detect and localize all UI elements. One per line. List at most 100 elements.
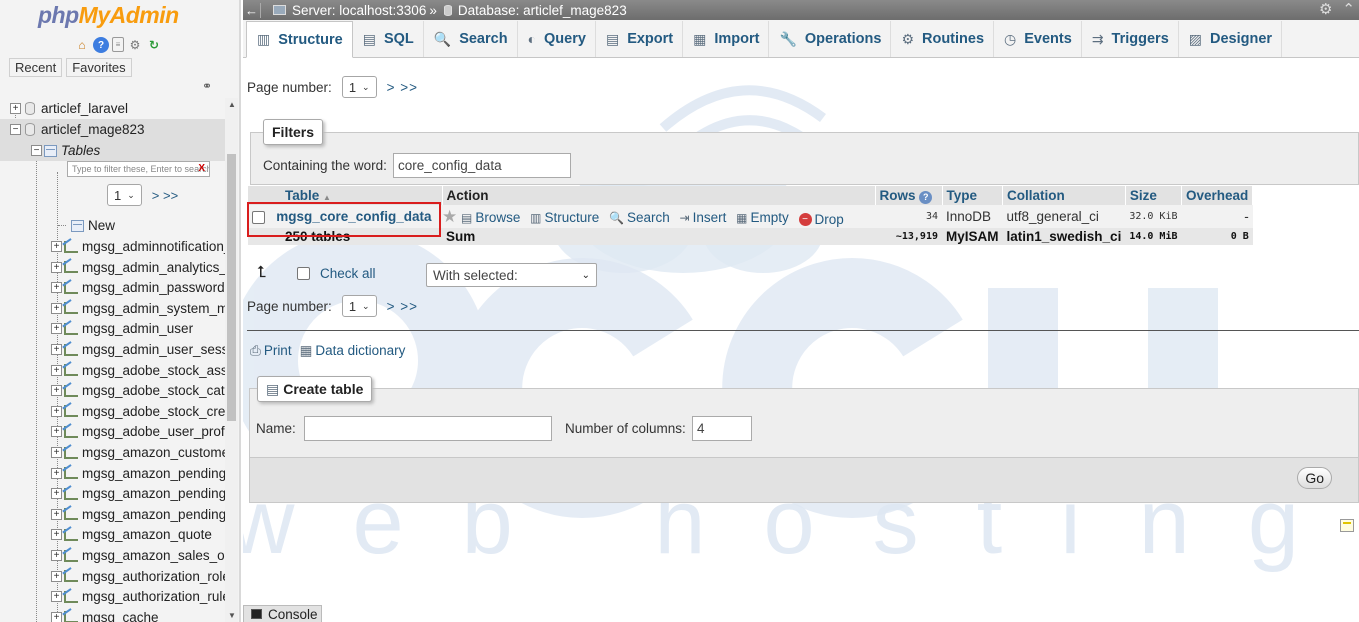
- expand-icon[interactable]: +: [51, 344, 62, 355]
- nav-table-label[interactable]: mgsg_amazon_sales_order: [82, 548, 226, 563]
- nav-scrollbar[interactable]: ▲ ▼: [225, 98, 238, 622]
- page-number-select[interactable]: 1 ⌄: [341, 76, 377, 98]
- scrollbar-thumb[interactable]: [227, 154, 236, 421]
- favorite-star-icon[interactable]: ★: [442, 207, 457, 226]
- column-size[interactable]: Size: [1125, 186, 1183, 205]
- structure-action[interactable]: ▥ Structure: [530, 210, 599, 225]
- nav-table-item[interactable]: + mgsg_authorization_role: [0, 566, 226, 587]
- tab-search[interactable]: 🔍 Search: [424, 21, 518, 57]
- new-table-node[interactable]: New: [0, 215, 226, 236]
- tab-import[interactable]: ▦ Import: [683, 21, 770, 57]
- tab-designer[interactable]: ▨ Designer: [1179, 21, 1283, 57]
- data-dictionary-link[interactable]: ▦ Data dictionary: [300, 343, 406, 359]
- settings-gear-icon[interactable]: ⚙: [1319, 0, 1332, 18]
- search-action[interactable]: 🔍 Search: [609, 210, 670, 225]
- nav-table-label[interactable]: mgsg_admin_analytics_usage_version_log: [82, 260, 226, 275]
- scroll-up-icon[interactable]: ▲: [228, 100, 236, 109]
- nav-table-label[interactable]: mgsg_cache: [82, 610, 159, 622]
- browse-action[interactable]: ▤ Browse: [461, 210, 520, 225]
- db-label[interactable]: articlef_mage823: [41, 122, 145, 137]
- nav-table-item[interactable]: + mgsg_adobe_stock_category: [0, 380, 226, 401]
- nav-table-label[interactable]: mgsg_authorization_rule: [82, 589, 226, 604]
- expand-icon[interactable]: +: [51, 488, 62, 500]
- home-icon[interactable]: ⌂: [74, 37, 90, 53]
- nav-table-item[interactable]: + mgsg_amazon_pending_capture: [0, 483, 226, 504]
- containing-word-input[interactable]: core_config_data: [393, 153, 571, 178]
- expand-icon[interactable]: +: [10, 103, 21, 114]
- collapse-icon[interactable]: −: [31, 145, 42, 156]
- new-label[interactable]: New: [88, 218, 115, 233]
- nav-table-label[interactable]: mgsg_authorization_role: [82, 569, 226, 584]
- nav-table-item[interactable]: + mgsg_admin_passwords: [0, 277, 226, 298]
- gear-icon[interactable]: ⚙: [127, 37, 143, 53]
- drop-action[interactable]: − Drop: [798, 212, 844, 227]
- nav-table-item[interactable]: + mgsg_amazon_sales_order: [0, 545, 226, 566]
- nav-table-label[interactable]: mgsg_admin_passwords: [82, 280, 226, 295]
- expand-icon[interactable]: +: [51, 302, 62, 314]
- print-link[interactable]: ⎙ Print: [250, 343, 292, 359]
- console-tab[interactable]: Console: [243, 605, 322, 622]
- expand-icon[interactable]: +: [51, 241, 62, 252]
- breadcrumb-database[interactable]: Database: articlef_mage823: [458, 3, 627, 18]
- next-page-link[interactable]: > >>: [387, 80, 418, 95]
- page-number-select[interactable]: 1 ⌄: [341, 295, 377, 317]
- nav-table-label[interactable]: mgsg_adobe_stock_creator: [82, 404, 226, 419]
- expand-icon[interactable]: +: [51, 447, 62, 458]
- expand-icon[interactable]: +: [51, 385, 62, 397]
- collapse-icon[interactable]: −: [10, 124, 21, 135]
- expand-icon[interactable]: +: [51, 323, 62, 335]
- columns-input[interactable]: 4: [692, 416, 752, 441]
- table-name-input[interactable]: [304, 416, 552, 441]
- next-page-link[interactable]: > >>: [387, 299, 418, 314]
- help-icon[interactable]: ?: [93, 37, 109, 53]
- check-all-checkbox[interactable]: [297, 266, 310, 280]
- nav-table-item[interactable]: + mgsg_amazon_customer: [0, 442, 226, 463]
- nav-table-item[interactable]: + mgsg_amazon_pending_authorization: [0, 463, 226, 484]
- expand-icon[interactable]: +: [51, 426, 62, 438]
- expand-icon[interactable]: +: [51, 282, 62, 294]
- scroll-down-icon[interactable]: ▼: [228, 611, 236, 620]
- tab-routines[interactable]: ⚙ Routines: [891, 21, 995, 57]
- table-filter-input[interactable]: Type to filter these, Enter to search al…: [67, 161, 210, 177]
- expand-icon[interactable]: +: [51, 364, 62, 376]
- tab-sql[interactable]: ▤ SQL: [353, 21, 424, 57]
- go-button[interactable]: Go: [1297, 467, 1332, 489]
- empty-action[interactable]: ▦ Empty: [736, 210, 789, 225]
- column-collation[interactable]: Collation: [1002, 186, 1126, 205]
- nav-table-label[interactable]: mgsg_amazon_pending_authorization: [82, 466, 226, 481]
- expand-icon[interactable]: +: [51, 405, 62, 417]
- reload-icon[interactable]: ↻: [146, 37, 162, 53]
- expand-icon[interactable]: +: [51, 508, 62, 520]
- phpmyadmin-logo[interactable]: phpMyAdmin: [38, 2, 179, 29]
- insert-action[interactable]: ⇥ Insert: [680, 210, 727, 225]
- nav-table-label[interactable]: mgsg_adobe_user_profile: [82, 424, 226, 439]
- breadcrumb-server[interactable]: Server: localhost:3306: [292, 3, 426, 18]
- nav-table-label[interactable]: mgsg_admin_user: [82, 321, 193, 336]
- nav-table-item[interactable]: + mgsg_adobe_stock_asset: [0, 360, 226, 381]
- documentation-icon[interactable]: ≡: [112, 37, 124, 52]
- nav-table-label[interactable]: mgsg_amazon_pending_refund: [82, 507, 226, 522]
- nav-table-label[interactable]: mgsg_adobe_stock_asset: [82, 363, 226, 378]
- nav-table-item[interactable]: + mgsg_adobe_stock_creator: [0, 401, 226, 422]
- expand-icon[interactable]: +: [51, 529, 62, 541]
- tables-node[interactable]: − Tables: [0, 140, 226, 161]
- nav-table-label[interactable]: mgsg_adminnotification_inbox: [82, 239, 226, 254]
- expand-icon[interactable]: +: [51, 550, 62, 561]
- tab-operations[interactable]: 🔧 Operations: [769, 21, 892, 57]
- tab-triggers[interactable]: ⇉ Triggers: [1082, 21, 1179, 57]
- column-overhead[interactable]: Overhead: [1181, 186, 1254, 205]
- recent-button[interactable]: Recent: [9, 58, 63, 77]
- column-type[interactable]: Type: [942, 186, 1004, 205]
- tab-events[interactable]: ◷ Events: [994, 21, 1082, 57]
- nav-table-item[interactable]: + mgsg_adobe_user_profile: [0, 421, 226, 442]
- back-icon[interactable]: ←: [243, 2, 261, 18]
- tab-structure[interactable]: ▥ Structure: [246, 21, 353, 58]
- clear-filter-icon[interactable]: X: [198, 162, 205, 176]
- nav-page-select[interactable]: 1 ⌄: [107, 184, 142, 206]
- nav-table-label[interactable]: mgsg_adobe_stock_category: [82, 383, 226, 398]
- nav-table-item[interactable]: + mgsg_admin_user: [0, 318, 226, 339]
- expand-icon[interactable]: +: [51, 570, 62, 582]
- nav-table-item[interactable]: + mgsg_admin_system_messages: [0, 298, 226, 319]
- nav-table-item[interactable]: + mgsg_adminnotification_inbox: [0, 236, 226, 257]
- nav-table-item[interactable]: + mgsg_admin_analytics_usage_version_log: [0, 257, 226, 278]
